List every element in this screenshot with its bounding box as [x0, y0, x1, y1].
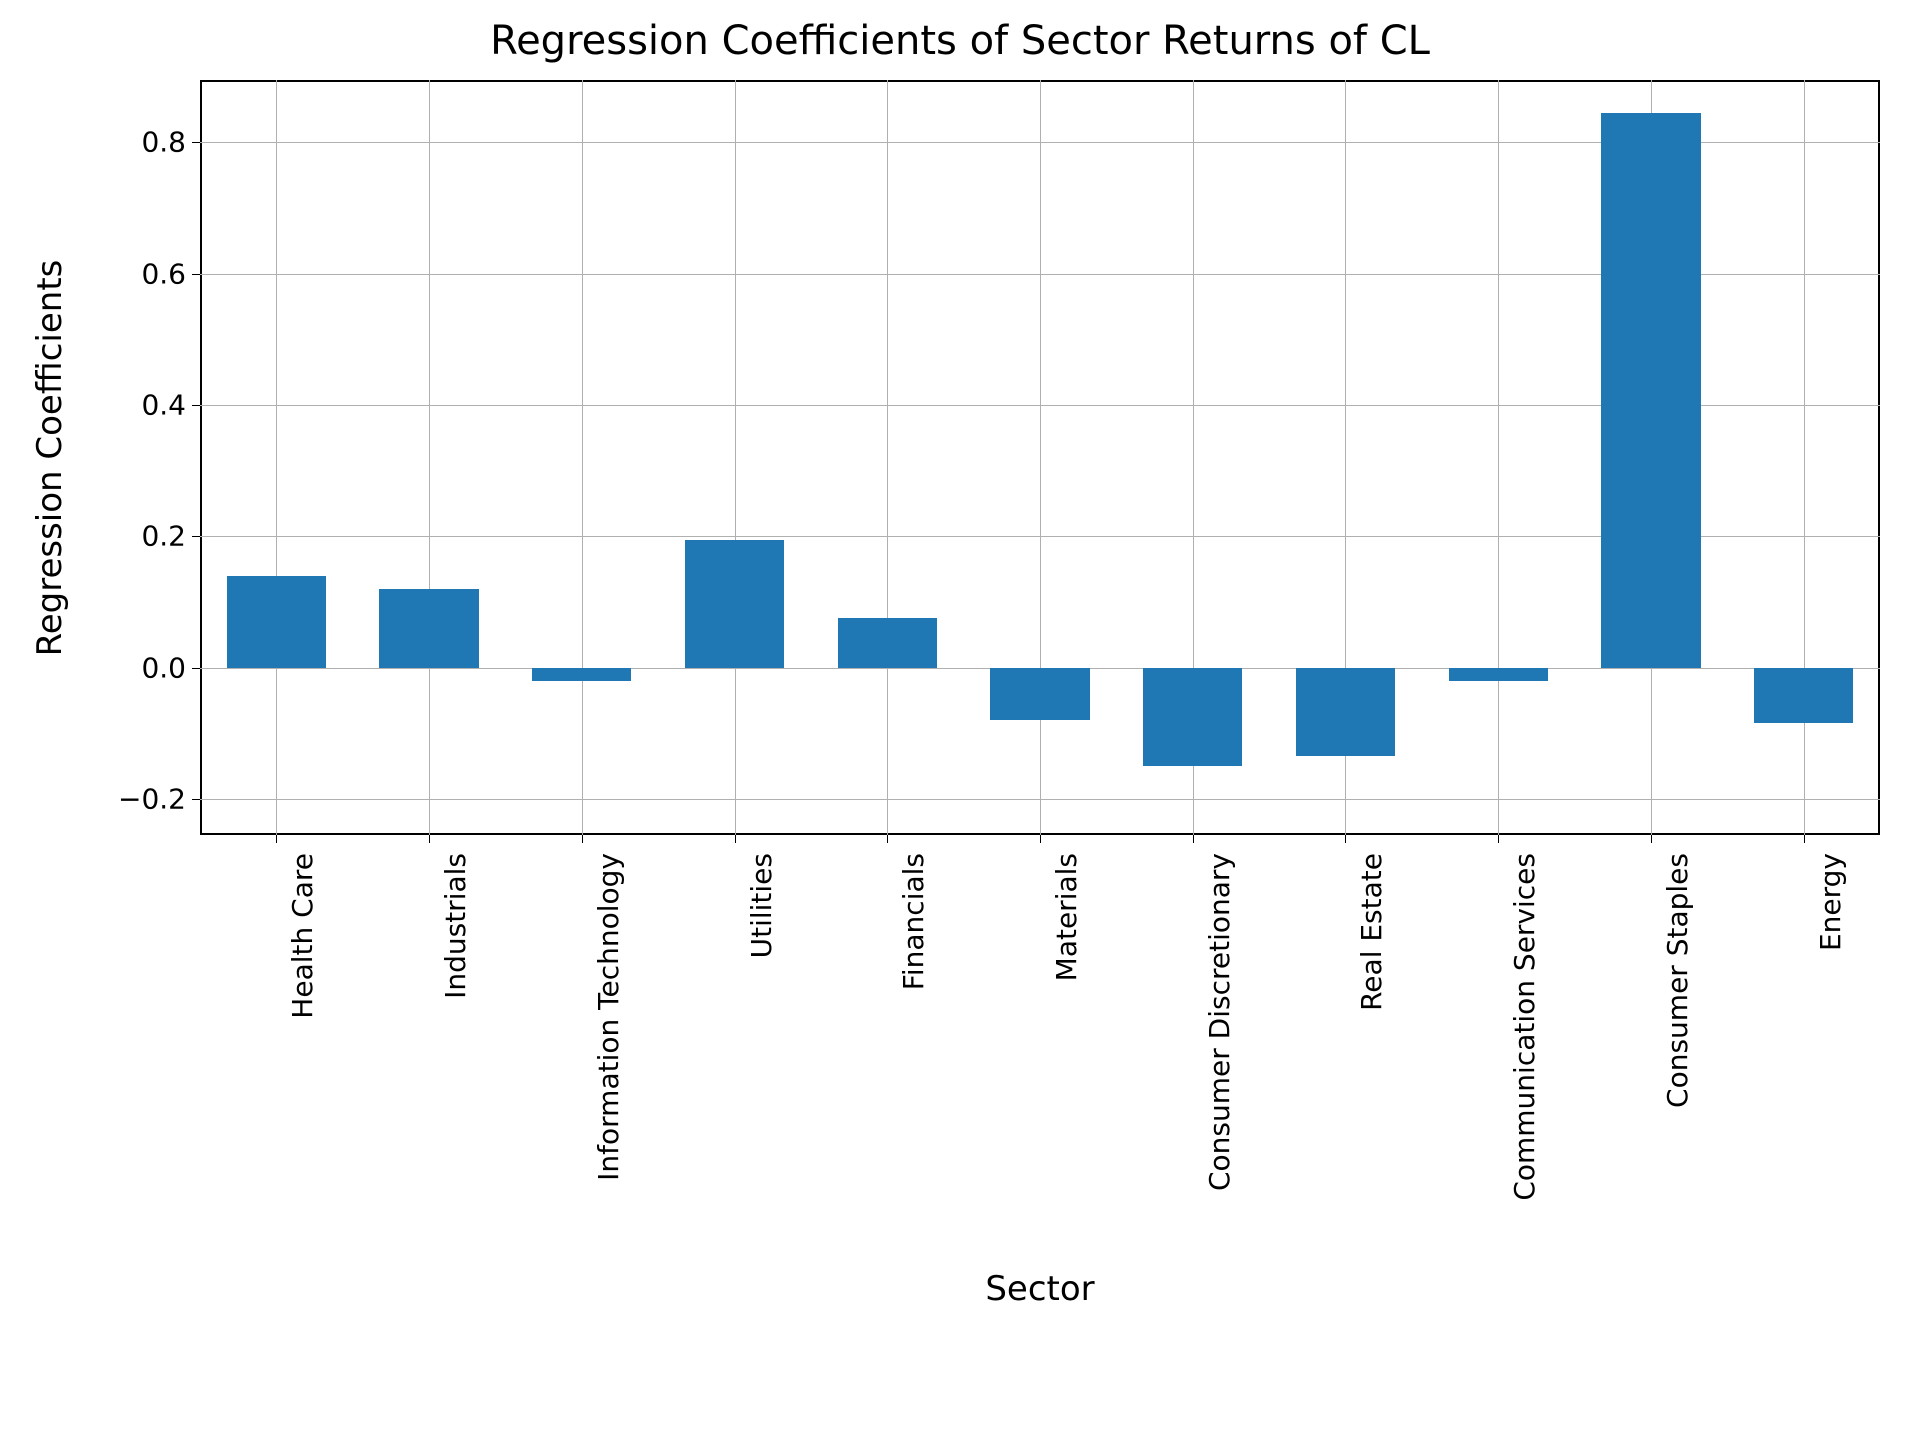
bar [1754, 668, 1853, 724]
y-tick-label: 0.6 [141, 257, 200, 290]
x-tick-mark [276, 835, 277, 843]
gridline-vertical [582, 80, 583, 835]
x-tick-mark [1040, 835, 1041, 843]
x-tick-label: Materials [1050, 853, 1083, 981]
bar [685, 540, 784, 668]
x-tick-mark [1345, 835, 1346, 843]
x-tick-mark [887, 835, 888, 843]
x-tick-label: Real Estate [1355, 853, 1388, 1011]
y-tick-label: 0.0 [141, 651, 200, 684]
x-tick-label: Financials [897, 853, 930, 990]
bar [1296, 668, 1395, 757]
bar [1449, 668, 1548, 681]
y-tick-label: 0.4 [141, 388, 200, 421]
x-tick-label: Communication Services [1508, 853, 1541, 1201]
bar [1143, 668, 1242, 766]
bar [379, 589, 478, 668]
gridline-vertical [1498, 80, 1499, 835]
chart-title: Regression Coefficients of Sector Return… [0, 18, 1920, 64]
y-tick-label: 0.8 [141, 126, 200, 159]
gridline-vertical [276, 80, 277, 835]
bar [838, 618, 937, 667]
x-tick-label: Health Care [286, 853, 319, 1019]
gridline-vertical [735, 80, 736, 835]
y-axis-label: Regression Coefficients [30, 259, 70, 656]
x-tick-label: Consumer Discretionary [1203, 853, 1236, 1191]
gridline-vertical [1040, 80, 1041, 835]
x-tick-label: Information Technology [592, 853, 625, 1181]
y-tick-label: 0.2 [141, 520, 200, 553]
bar [532, 668, 631, 681]
chart-stage: Regression Coefficients of Sector Return… [0, 0, 1920, 1440]
gridline-vertical [887, 80, 888, 835]
x-tick-mark [1193, 835, 1194, 843]
x-tick-label: Industrials [439, 853, 472, 999]
x-tick-mark [1651, 835, 1652, 843]
x-tick-label: Consumer Staples [1661, 853, 1694, 1108]
plot-area: −0.20.00.20.40.60.8Health CareIndustrial… [200, 80, 1880, 835]
x-axis-label: Sector [985, 1269, 1094, 1309]
y-tick-label: −0.2 [118, 782, 200, 815]
x-tick-label: Energy [1814, 853, 1847, 951]
bar [227, 576, 326, 668]
x-tick-mark [1498, 835, 1499, 843]
bar [1601, 113, 1700, 668]
x-tick-mark [582, 835, 583, 843]
bar [990, 668, 1089, 721]
x-tick-mark [429, 835, 430, 843]
gridline-vertical [429, 80, 430, 835]
x-tick-mark [1804, 835, 1805, 843]
x-tick-mark [735, 835, 736, 843]
x-tick-label: Utilities [745, 853, 778, 958]
